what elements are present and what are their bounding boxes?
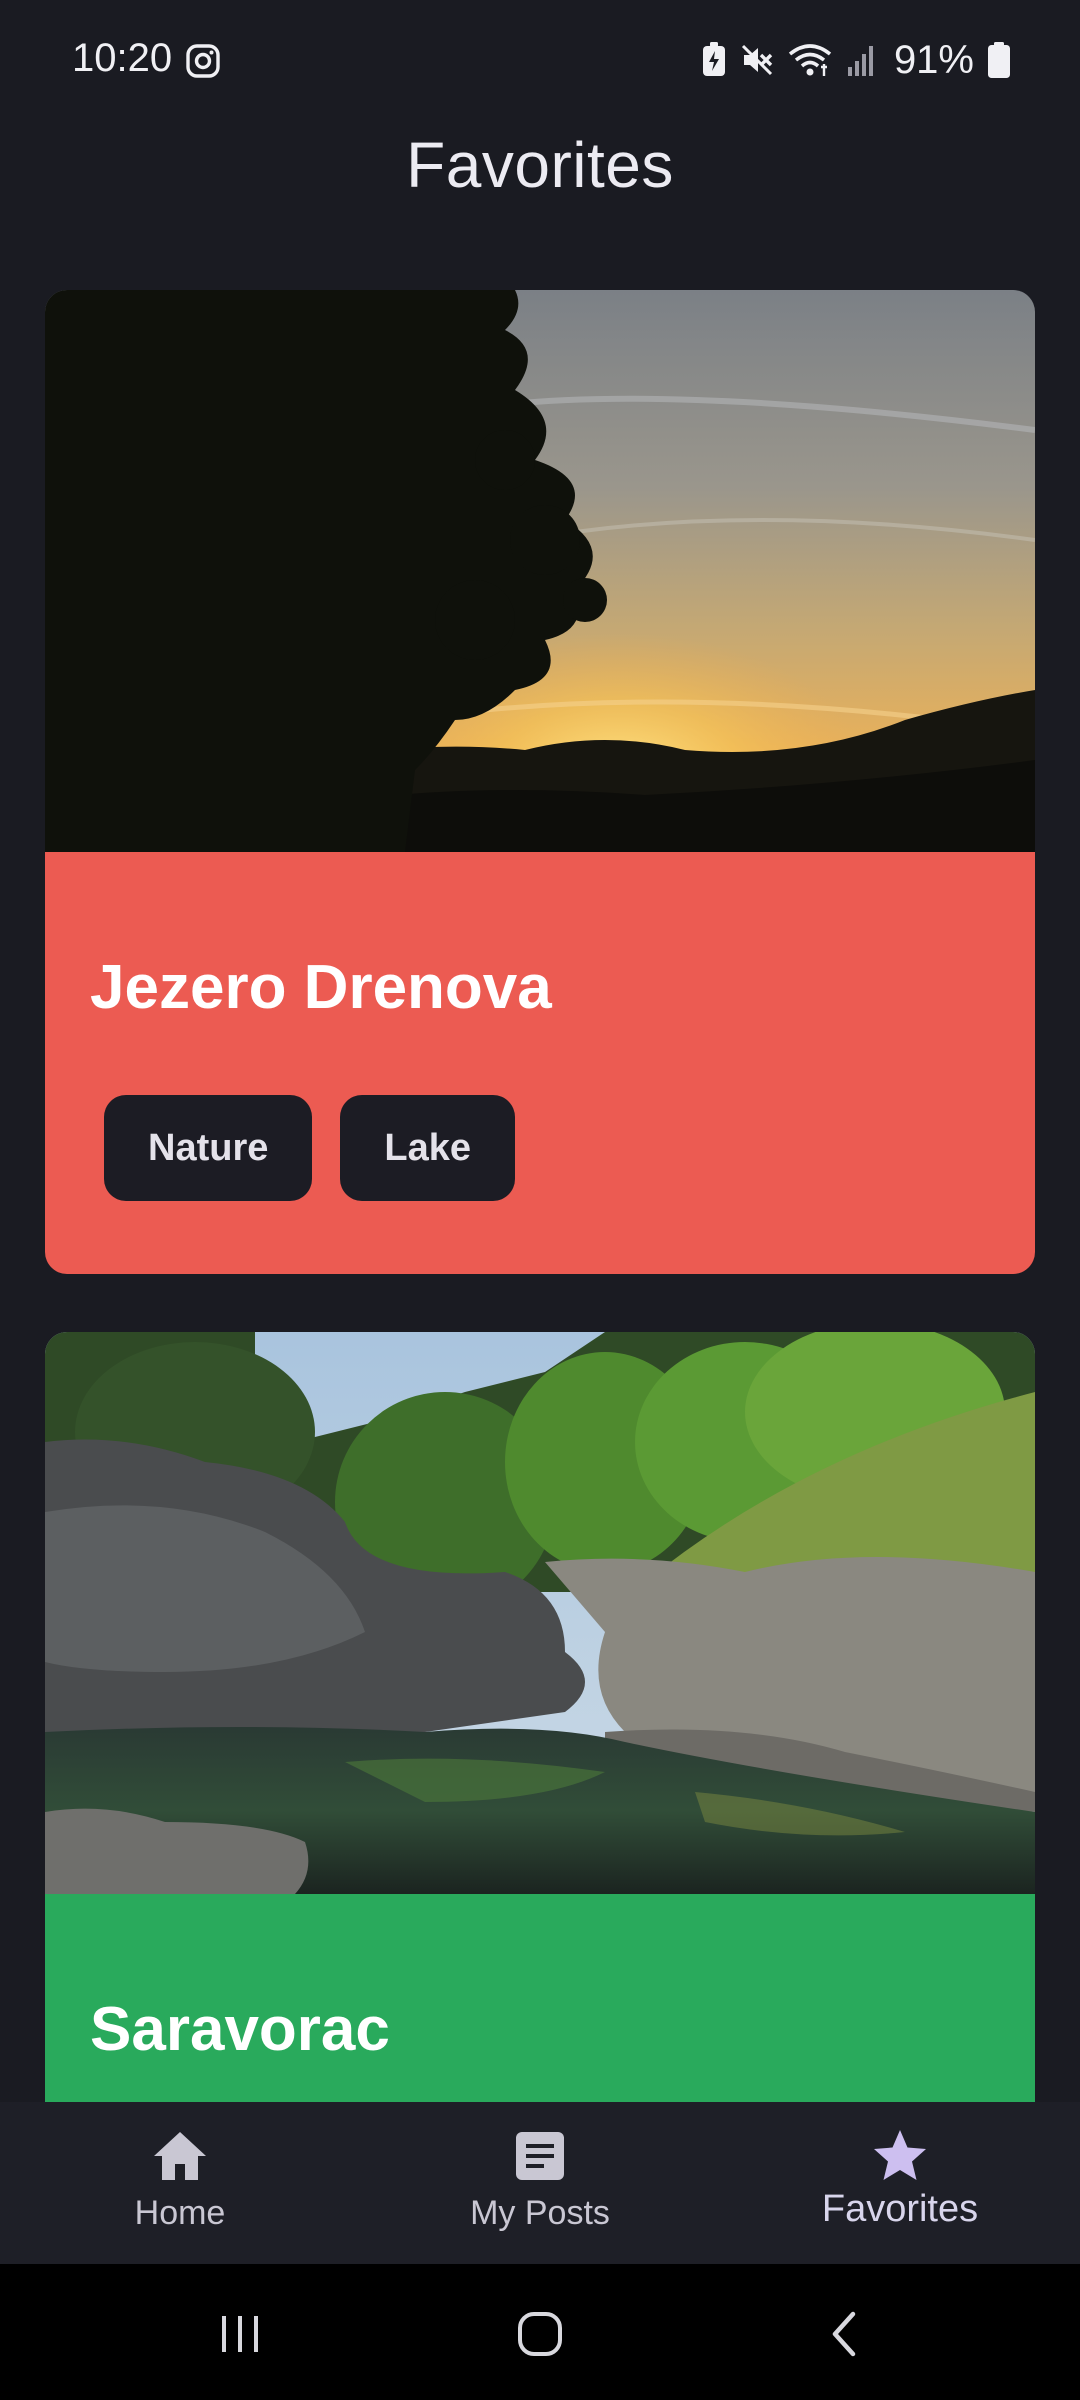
bottom-navigation: Home My Posts Favorites xyxy=(0,2102,1080,2264)
favorites-list[interactable]: Jezero Drenova Nature Lake Saravorac xyxy=(0,290,1080,2102)
status-time: 10:20 xyxy=(72,36,173,80)
nav-item-favorites[interactable]: Favorites xyxy=(720,2102,1080,2264)
tag-chip-lake[interactable]: Lake xyxy=(340,1095,515,1201)
instagram-icon xyxy=(186,44,220,78)
card-info: Jezero Drenova Nature Lake xyxy=(45,852,1035,1274)
favorite-card[interactable]: Jezero Drenova Nature Lake xyxy=(45,290,1035,1274)
nav-label: Home xyxy=(134,2194,226,2232)
home-icon xyxy=(154,2132,206,2180)
nav-label: Favorites xyxy=(821,2188,979,2230)
favorites-screen: 10:20 91% Favorites Jezero Drenova Natur… xyxy=(0,0,1080,2400)
signal-icon xyxy=(847,46,873,76)
battery-icon xyxy=(988,42,1010,78)
tag-chip-nature[interactable]: Nature xyxy=(104,1095,313,1201)
battery-percent: 91% xyxy=(893,37,974,82)
system-navigation-bar xyxy=(0,2264,1080,2400)
mute-icon xyxy=(741,44,773,76)
status-bar: 10:20 91% xyxy=(0,0,1080,120)
favorite-card[interactable]: Saravorac xyxy=(45,1332,1035,2102)
page-title: Favorites xyxy=(406,129,674,201)
river-rocks-photo xyxy=(45,1332,1035,1894)
nav-item-my-posts[interactable]: My Posts xyxy=(360,2102,720,2264)
sunset-lake-photo xyxy=(45,290,1035,852)
star-icon xyxy=(874,2130,926,2180)
battery-saver-icon xyxy=(702,42,725,76)
tag-list: Nature Lake xyxy=(104,1095,515,1201)
nav-item-home[interactable]: Home xyxy=(0,2102,360,2264)
status-icons: 91% xyxy=(702,38,1010,82)
wifi-icon xyxy=(788,44,832,76)
nav-label: My Posts xyxy=(470,2194,610,2232)
card-title: Jezero Drenova xyxy=(90,953,552,1022)
recents-icon[interactable] xyxy=(210,2304,270,2364)
card-info: Saravorac xyxy=(45,1894,1035,2102)
home-circle-icon[interactable] xyxy=(510,2304,570,2364)
posts-icon xyxy=(516,2132,564,2180)
back-icon[interactable] xyxy=(815,2304,875,2364)
card-title: Saravorac xyxy=(90,1995,390,2064)
